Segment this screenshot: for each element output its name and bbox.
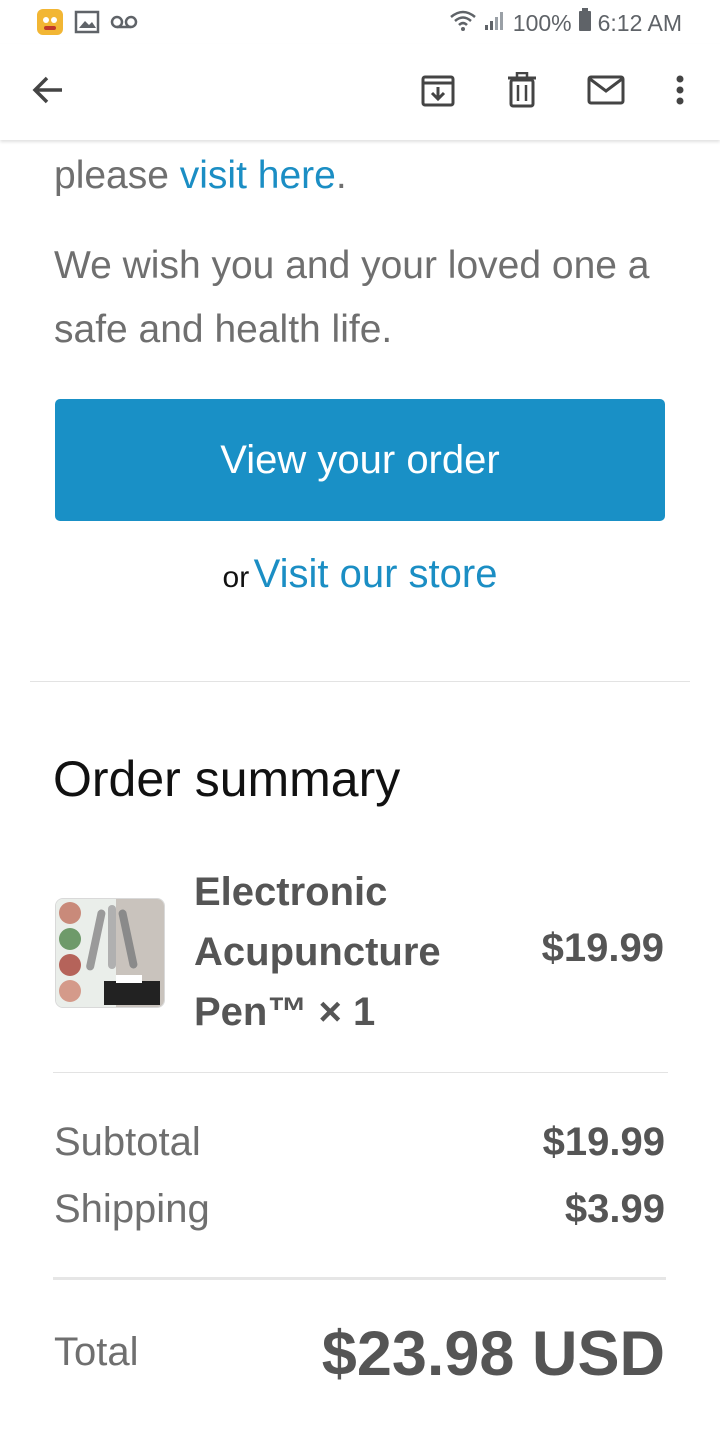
visit-here-link[interactable]: visit here	[180, 154, 336, 197]
status-bar: 100% 6:12 AM	[0, 0, 720, 44]
visit-paragraph: please visit here.	[54, 144, 347, 208]
shipping-value: $3.99	[564, 1187, 665, 1231]
delete-button[interactable]	[498, 68, 546, 116]
product-thumbnail	[55, 898, 165, 1008]
trash-icon	[506, 71, 538, 113]
visit-prefix: please	[54, 154, 180, 197]
total-label: Total	[54, 1330, 139, 1374]
battery-percent: 100%	[512, 9, 572, 36]
clock: 6:12 AM	[597, 9, 682, 36]
order-summary-title: Order summary	[53, 751, 401, 807]
signal-icon	[483, 8, 507, 38]
or-text: or	[222, 561, 250, 594]
shipping-label: Shipping	[54, 1187, 210, 1231]
product-price: $19.99	[541, 926, 664, 970]
mail-icon	[587, 75, 625, 110]
visit-suffix: .	[335, 154, 347, 197]
archive-icon	[420, 72, 456, 113]
back-button[interactable]	[24, 68, 72, 116]
view-order-button[interactable]: View your order	[55, 399, 665, 521]
mark-unread-button[interactable]	[582, 68, 630, 116]
visit-store-link[interactable]: Visit our store	[254, 552, 498, 596]
more-options-button[interactable]	[656, 68, 704, 116]
more-vert-icon	[675, 75, 685, 110]
section-divider	[30, 681, 690, 682]
email-toolbar	[0, 44, 720, 140]
battery-icon	[578, 8, 592, 38]
subtotal-value: $19.99	[542, 1120, 665, 1164]
archive-button[interactable]	[414, 68, 462, 116]
voicemail-icon	[110, 12, 138, 37]
total-divider	[53, 1277, 666, 1280]
total-value: $23.98 USD	[321, 1319, 665, 1389]
product-name: Electronic Acupuncture Pen™ × 1	[194, 870, 441, 1034]
wifi-icon	[449, 8, 477, 38]
wish-paragraph: We wish you and your loved one a safe an…	[54, 244, 650, 351]
app-notification-icon	[36, 8, 64, 41]
or-visit-store-line: or Visit our store	[0, 552, 720, 597]
arrow-left-icon	[31, 75, 65, 110]
subtotal-label: Subtotal	[54, 1120, 201, 1164]
gallery-icon	[74, 9, 100, 40]
items-divider	[53, 1072, 668, 1073]
